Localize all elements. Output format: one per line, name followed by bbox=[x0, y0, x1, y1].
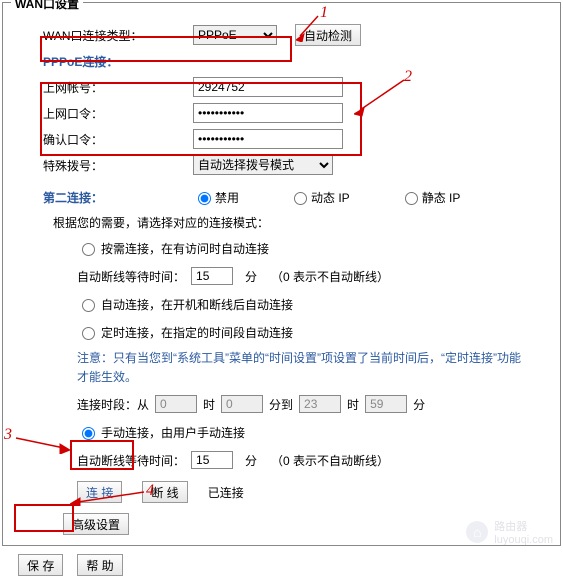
from-min-input bbox=[221, 395, 263, 413]
second-disabled-radio[interactable] bbox=[198, 192, 211, 205]
frame-title: WAN口设置 bbox=[11, 0, 83, 12]
on-demand-option[interactable]: 按需连接，在有访问时自动连接 bbox=[77, 237, 532, 259]
advanced-button[interactable]: 高级设置 bbox=[63, 513, 129, 535]
manual-radio[interactable] bbox=[82, 427, 95, 440]
scheduled-option[interactable]: 定时连接，在指定的时间段自动连接 bbox=[77, 321, 532, 343]
connection-status: 已连接 bbox=[208, 484, 244, 501]
manual-idle-input[interactable] bbox=[191, 451, 233, 469]
password-input[interactable] bbox=[193, 103, 343, 123]
conn-type-select[interactable]: PPPoE bbox=[193, 25, 277, 45]
manual-option[interactable]: 手动连接，由用户手动连接 bbox=[77, 421, 532, 443]
second-disabled-option[interactable]: 禁用 bbox=[193, 189, 239, 206]
manual-idle-label: 自动断线等待时间： bbox=[77, 452, 185, 469]
auto-radio[interactable] bbox=[82, 299, 95, 312]
second-dynip-option[interactable]: 动态 IP bbox=[289, 189, 350, 206]
scheduled-note: 注意：只有当您到“系统工具”菜单的“时间设置”项设置了当前时间后，“定时连接”功… bbox=[77, 349, 532, 387]
second-dynip-radio[interactable] bbox=[294, 192, 307, 205]
disconnect-button[interactable]: 断 线 bbox=[142, 481, 187, 503]
wan-settings-frame: WAN口设置 WAN口连接类型： PPPoE 自动检测 PPPoE连接： 上网帐… bbox=[2, 2, 561, 546]
to-hour-input bbox=[299, 395, 341, 413]
on-demand-radio[interactable] bbox=[82, 243, 95, 256]
auto-option[interactable]: 自动连接，在开机和断线后自动连接 bbox=[77, 293, 532, 315]
from-hour-input bbox=[155, 395, 197, 413]
on-demand-idle-input[interactable] bbox=[191, 267, 233, 285]
save-button[interactable]: 保 存 bbox=[18, 554, 63, 576]
help-button[interactable]: 帮 助 bbox=[77, 554, 122, 576]
to-min-input bbox=[365, 395, 407, 413]
connect-button[interactable]: 连 接 bbox=[77, 481, 122, 503]
confirm-label: 确认口令： bbox=[43, 131, 193, 148]
confirm-input[interactable] bbox=[193, 129, 343, 149]
account-label: 上网帐号： bbox=[43, 79, 193, 96]
on-demand-idle-label: 自动断线等待时间： bbox=[77, 268, 185, 285]
auto-detect-button[interactable]: 自动检测 bbox=[295, 24, 361, 46]
mode-intro: 根据您的需要，请选择对应的连接模式： bbox=[53, 214, 532, 231]
account-input[interactable] bbox=[193, 77, 343, 97]
second-staticip-radio[interactable] bbox=[405, 192, 418, 205]
second-conn-label: 第二连接： bbox=[43, 189, 193, 206]
special-dial-select[interactable]: 自动选择拨号模式 bbox=[193, 155, 333, 175]
scheduled-radio[interactable] bbox=[82, 327, 95, 340]
period-label: 连接时段：从 bbox=[77, 396, 149, 413]
conn-type-label: WAN口连接类型： bbox=[43, 27, 193, 44]
special-label: 特殊拨号： bbox=[43, 157, 193, 174]
second-staticip-option[interactable]: 静态 IP bbox=[400, 189, 461, 206]
password-label: 上网口令： bbox=[43, 105, 193, 122]
pppoe-section-title: PPPoE连接： bbox=[43, 53, 118, 70]
